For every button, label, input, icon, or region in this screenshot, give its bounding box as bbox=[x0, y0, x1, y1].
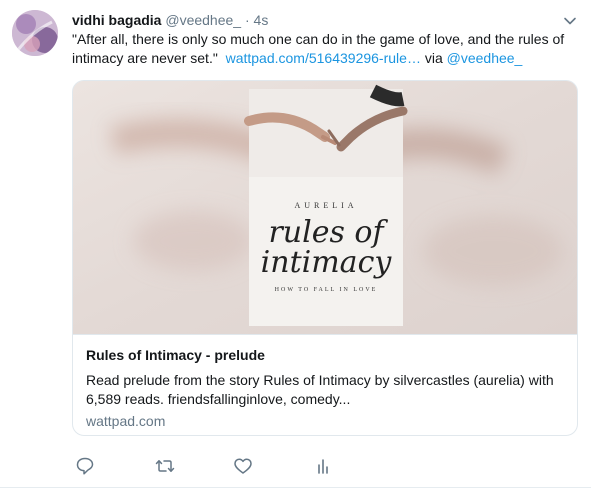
tweet-link[interactable]: wattpad.com/516439296-rule… bbox=[226, 50, 421, 66]
tweet-actions bbox=[72, 455, 372, 477]
via-label: via bbox=[424, 50, 443, 66]
mention-link[interactable]: @veedhee_ bbox=[447, 50, 523, 66]
retweet-icon[interactable] bbox=[154, 455, 176, 477]
reply-icon[interactable] bbox=[74, 455, 96, 477]
card-image[interactable]: AURELIA rules of intimacy HOW TO FALL IN… bbox=[73, 81, 577, 334]
chevron-down-icon[interactable] bbox=[563, 14, 577, 28]
username[interactable]: @veedhee_ bbox=[165, 12, 241, 28]
card-title[interactable]: Rules of Intimacy - prelude bbox=[86, 346, 566, 364]
link-card[interactable]: AURELIA rules of intimacy HOW TO FALL IN… bbox=[72, 80, 578, 436]
card-description: Read prelude from the story Rules of Int… bbox=[86, 372, 554, 407]
separator-dot: · bbox=[244, 12, 250, 28]
display-name[interactable]: vidhi bagadia bbox=[72, 12, 161, 28]
like-icon[interactable] bbox=[232, 455, 254, 477]
avatar[interactable] bbox=[12, 10, 58, 56]
timestamp[interactable]: 4s bbox=[254, 12, 269, 28]
card-domain: wattpad.com bbox=[86, 413, 166, 429]
cover-title-line2: intimacy bbox=[260, 245, 392, 280]
analytics-icon[interactable] bbox=[312, 455, 334, 477]
cover-author: AURELIA bbox=[294, 201, 358, 210]
tweet-text: "After all, there is only so much one ca… bbox=[72, 30, 572, 68]
tweet-header: vidhi bagadia @veedhee_ · 4s bbox=[72, 10, 571, 30]
card-body: Rules of Intimacy - prelude Read prelude… bbox=[73, 334, 577, 430]
cover-subtitle: HOW TO FALL IN LOVE bbox=[274, 287, 378, 293]
tweet: vidhi bagadia @veedhee_ · 4s "After all,… bbox=[0, 0, 591, 488]
